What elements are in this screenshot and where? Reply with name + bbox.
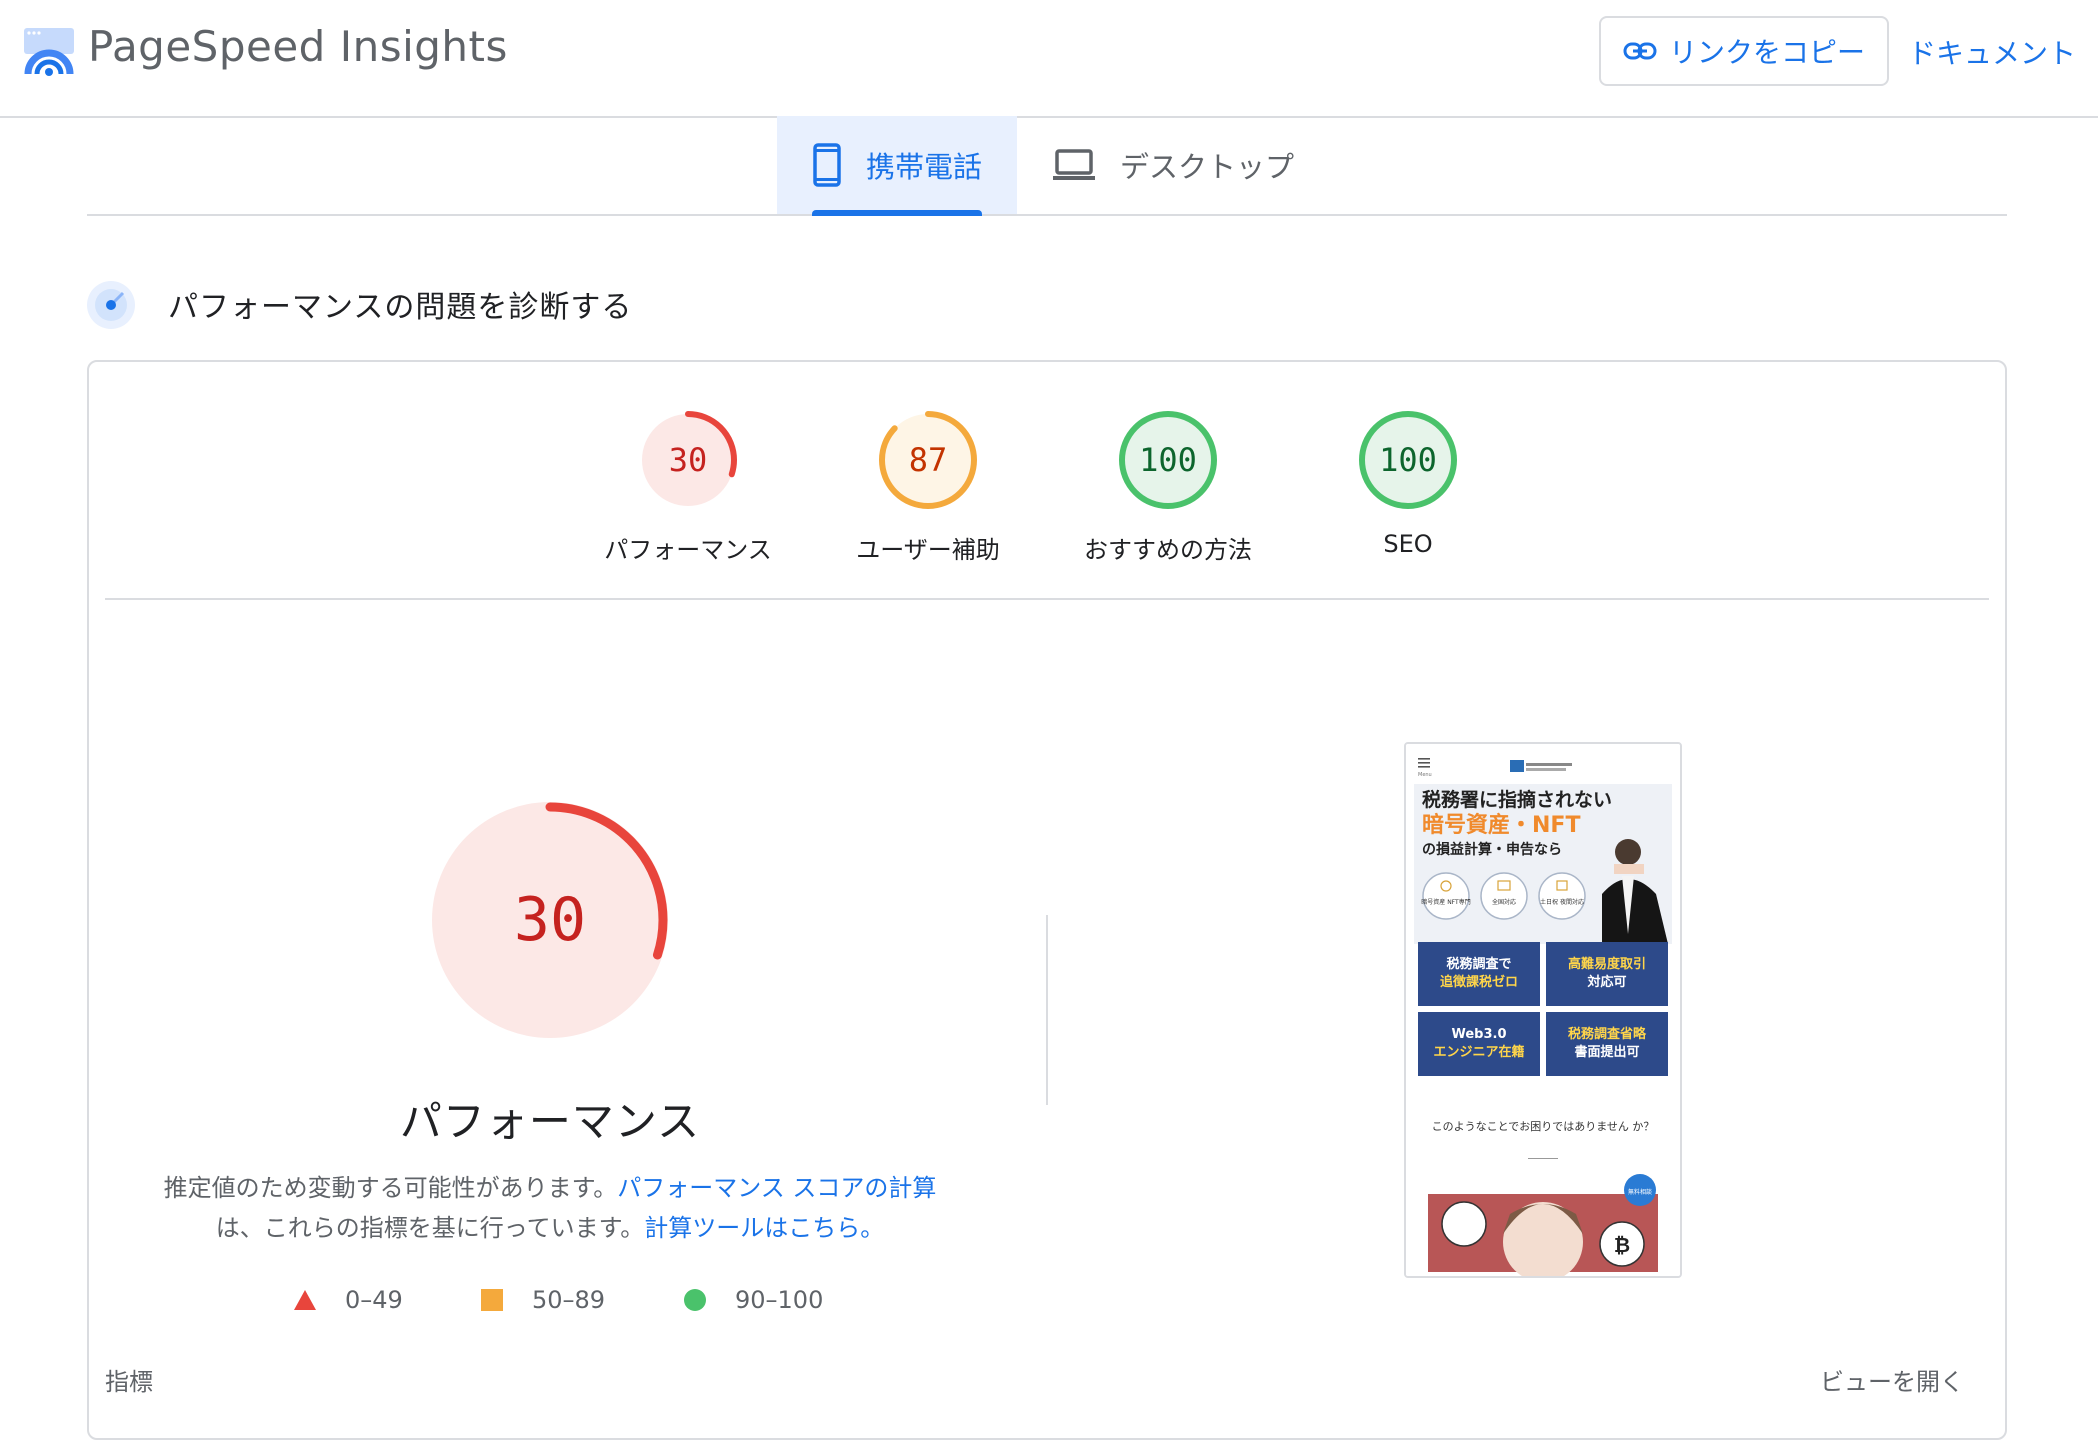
tab-mobile[interactable]: 携帯電話 bbox=[777, 116, 1017, 216]
menu-label: Menu bbox=[1418, 772, 1432, 778]
svg-text:全国対応: 全国対応 bbox=[1492, 898, 1516, 906]
tab-desktop[interactable]: デスクトップ bbox=[1052, 116, 1312, 214]
menu-icon bbox=[1418, 758, 1430, 768]
consult-fab: 無料相談 bbox=[1628, 1188, 1652, 1196]
gauge-best-practices[interactable]: 100 bbox=[1116, 408, 1220, 512]
section-title: パフォーマンスの問題を診断する bbox=[168, 290, 633, 325]
svg-text:高難易度取引: 高難易度取引 bbox=[1568, 956, 1646, 972]
laptop-icon bbox=[1053, 149, 1095, 180]
report-card bbox=[87, 360, 2007, 1440]
svg-text:₿: ₿ bbox=[1614, 1233, 1630, 1257]
smartphone-icon bbox=[813, 143, 841, 187]
link-icon bbox=[1623, 42, 1657, 60]
active-tab-indicator bbox=[812, 210, 982, 216]
svg-text:追徴課税ゼロ: 追徴課税ゼロ bbox=[1440, 974, 1518, 990]
gauge-value: 100 bbox=[1379, 441, 1437, 479]
svg-text:暗号資産 NFT専門: 暗号資産 NFT専門 bbox=[1421, 898, 1470, 906]
gauge-label-best-practices: おすすめの方法 bbox=[1084, 536, 1252, 564]
gauge-seo[interactable]: 100 bbox=[1356, 408, 1460, 512]
gauge-performance[interactable]: 30 bbox=[636, 408, 740, 512]
metrics-label: 指標 bbox=[105, 1368, 153, 1396]
legend-average-label: 50–89 bbox=[532, 1286, 606, 1314]
calculator-link[interactable]: 計算ツールはこちら。 bbox=[644, 1214, 884, 1242]
gauge-value: 100 bbox=[1139, 441, 1197, 479]
page-screenshot-thumbnail: Menu 税務署に指摘されない 暗号資産・NFT の損益計算・申告なら 暗号資産… bbox=[1404, 742, 1682, 1278]
top-bar: PageSpeed Insights リンクをコピー ドキュメント bbox=[0, 0, 2098, 118]
tab-mobile-label: 携帯電話 bbox=[865, 150, 982, 184]
gauge-value: 87 bbox=[908, 441, 948, 479]
diagnose-icon bbox=[87, 281, 135, 329]
copy-link-button[interactable]: リンクをコピー bbox=[1599, 16, 1889, 86]
square-icon bbox=[481, 1289, 503, 1311]
svg-text:土日祝 夜間対応: 土日祝 夜間対応 bbox=[1540, 898, 1584, 906]
site-logo-icon bbox=[1510, 760, 1524, 772]
svg-text:税務調査省略: 税務調査省略 bbox=[1568, 1026, 1647, 1042]
app-title[interactable]: PageSpeed Insights bbox=[88, 22, 508, 71]
copy-link-label: リンクをコピー bbox=[1668, 36, 1865, 69]
legend-fail-label: 0–49 bbox=[345, 1286, 403, 1314]
hero-headline-1: 税務署に指摘されない bbox=[1422, 788, 1612, 811]
desc-text-1: 推定値のため変動する可能性があります。 bbox=[163, 1174, 618, 1202]
desc-text-2: は、これらの指標を基に行っています。 bbox=[215, 1214, 645, 1242]
docs-link[interactable]: ドキュメント bbox=[1908, 32, 2076, 72]
question-text: このようなことでお困りではありません か？ bbox=[1432, 1120, 1655, 1133]
svg-text:Web3.0: Web3.0 bbox=[1451, 1027, 1506, 1042]
gauge-label-seo: SEO bbox=[1383, 530, 1433, 558]
legend-average: 50–89 bbox=[480, 1286, 605, 1314]
performance-description: 推定値のため変動する可能性があります。パフォーマンス スコアの計算 は、これらの… bbox=[140, 1168, 960, 1248]
svg-text:書面提出可: 書面提出可 bbox=[1574, 1044, 1639, 1060]
gauge-label-accessibility: ユーザー補助 bbox=[856, 536, 1000, 564]
performance-title: パフォーマンス bbox=[399, 1097, 701, 1146]
expand-view-button[interactable]: ビューを開く bbox=[1820, 1362, 1964, 1397]
screenshot-image: Menu 税務署に指摘されない 暗号資産・NFT の損益計算・申告なら 暗号資産… bbox=[1406, 744, 1680, 1276]
device-tabs: 携帯電話 デスクトップ bbox=[87, 116, 2007, 216]
score-calc-link[interactable]: パフォーマンス スコアの計算 bbox=[617, 1174, 936, 1202]
legend-fail: 0–49 bbox=[293, 1286, 403, 1314]
hero-headline-2: 暗号資産・NFT bbox=[1422, 812, 1580, 838]
triangle-icon bbox=[294, 1290, 316, 1310]
tab-desktop-label: デスクトップ bbox=[1120, 150, 1295, 184]
performance-big-score: 30 bbox=[513, 885, 587, 955]
feature-badges: 暗号資産 NFT専門 全国対応 土日祝 夜間対応 bbox=[1421, 872, 1586, 920]
divider bbox=[105, 598, 1989, 600]
gauge-accessibility[interactable]: 87 bbox=[876, 408, 980, 512]
svg-text:エンジニア在籍: エンジニア在籍 bbox=[1433, 1044, 1524, 1060]
legend-pass-label: 90–100 bbox=[735, 1286, 824, 1314]
pagespeed-logo-icon[interactable] bbox=[22, 26, 76, 80]
hero-headline-3: の損益計算・申告なら bbox=[1422, 841, 1562, 858]
vertical-divider bbox=[1046, 915, 1048, 1105]
svg-text:対応可: 対応可 bbox=[1586, 974, 1626, 990]
gauge-value: 30 bbox=[668, 441, 708, 479]
svg-text:税務調査で: 税務調査で bbox=[1446, 956, 1511, 972]
circle-icon bbox=[684, 1289, 706, 1311]
gauge-label-performance: パフォーマンス bbox=[604, 536, 772, 564]
legend-pass: 90–100 bbox=[683, 1286, 823, 1314]
